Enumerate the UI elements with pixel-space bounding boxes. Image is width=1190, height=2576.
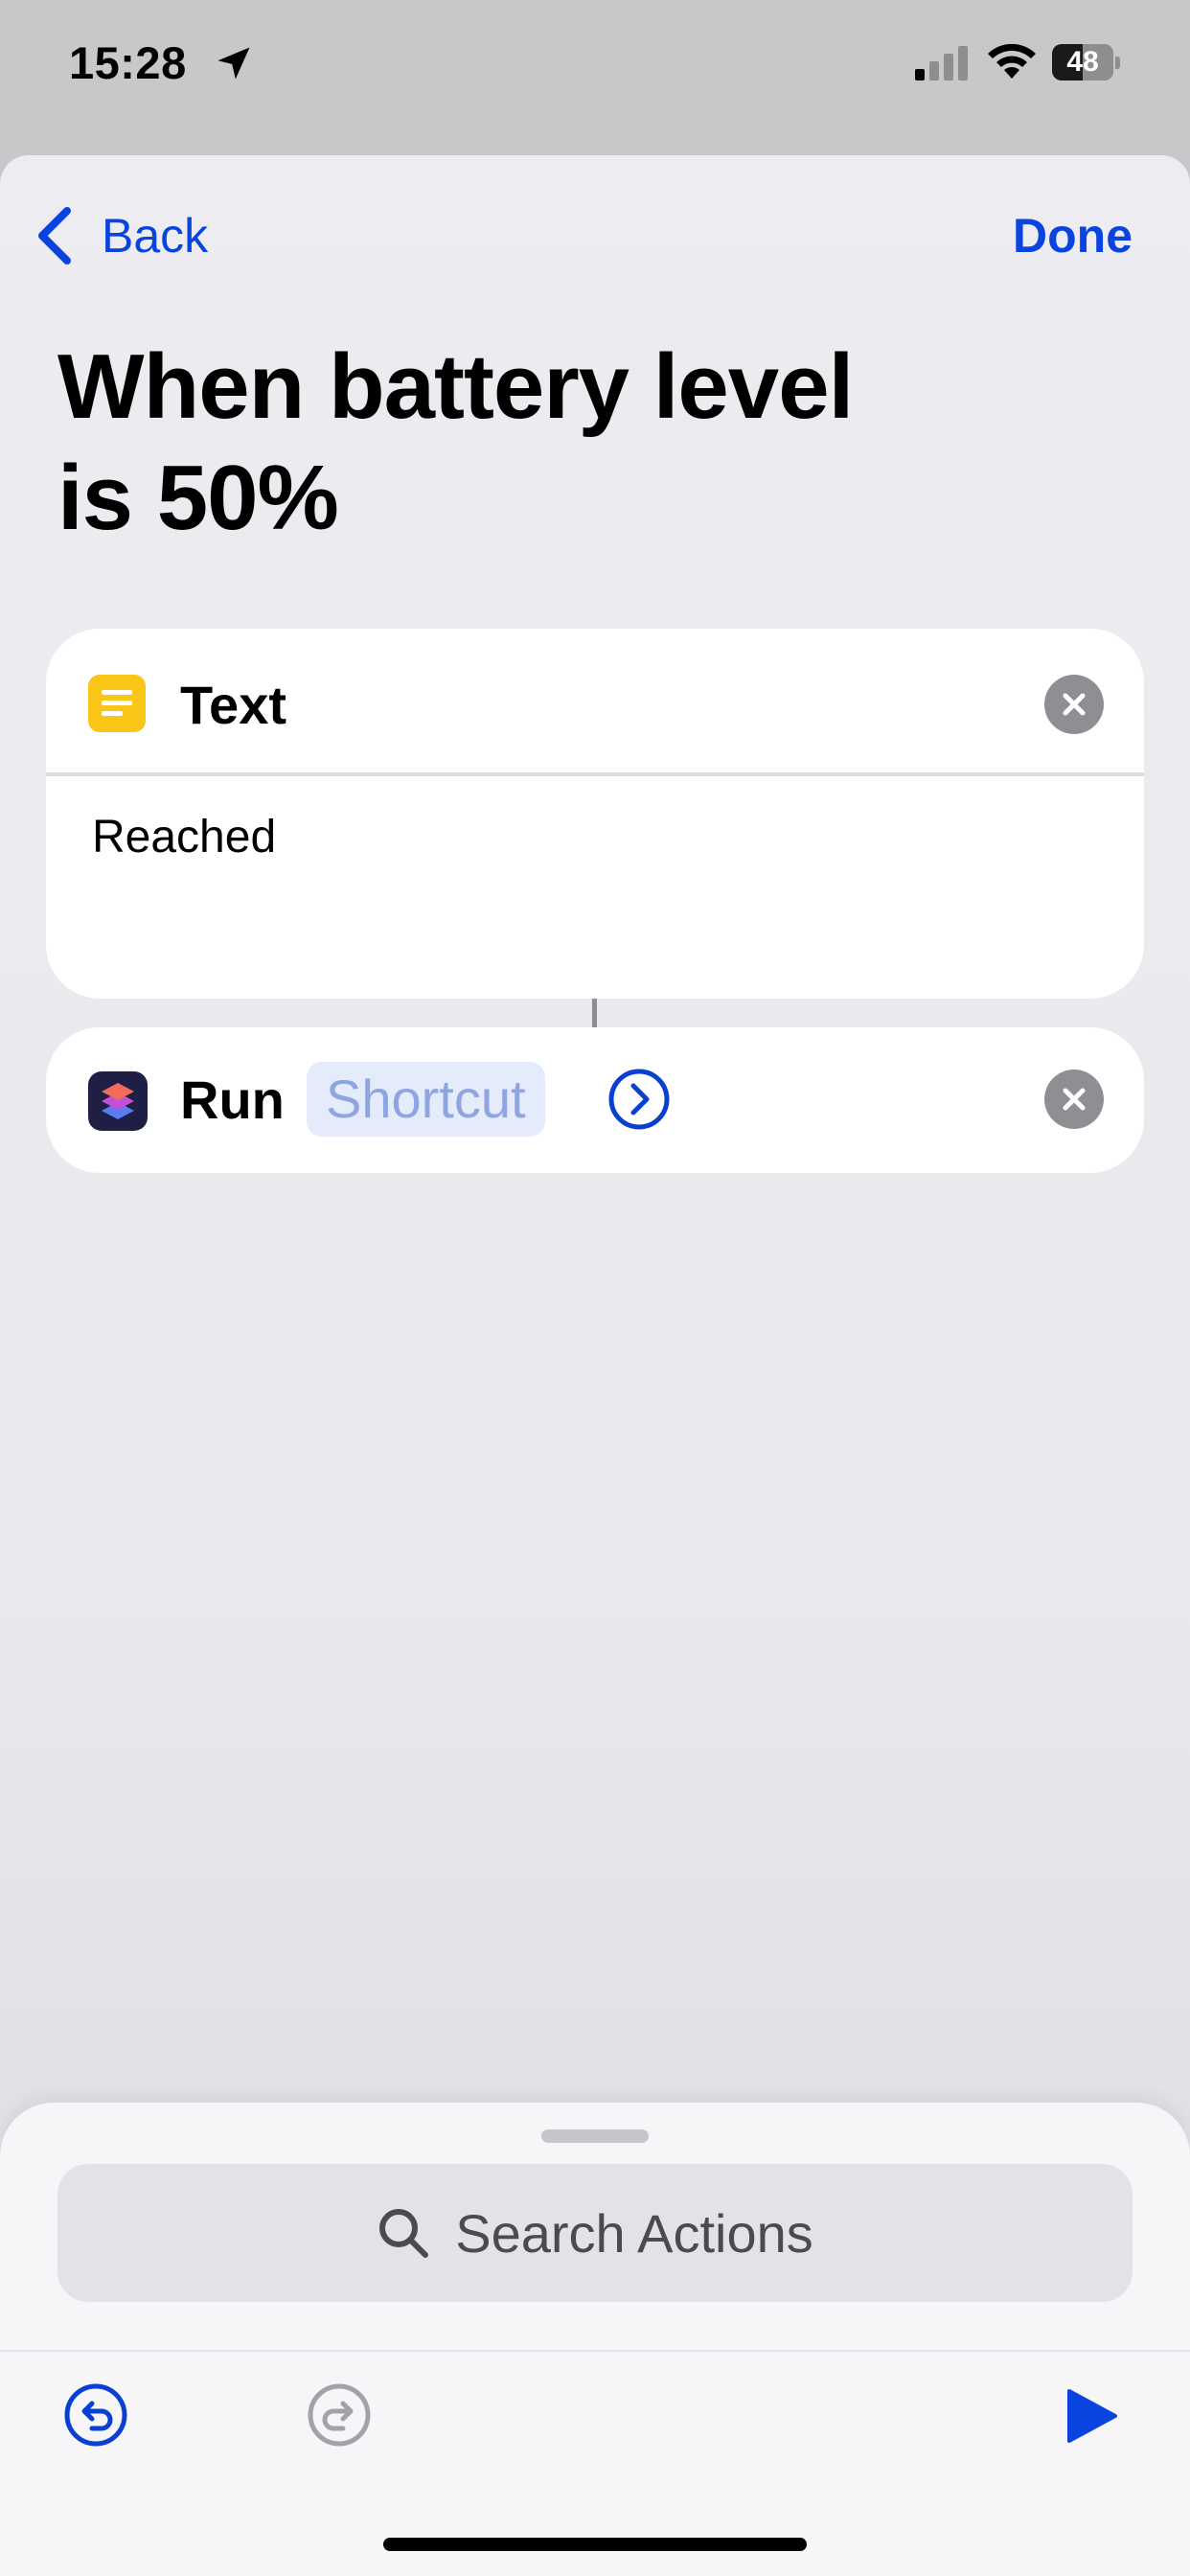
location-arrow-icon: [217, 47, 250, 80]
toolbar-divider: [0, 2350, 1190, 2352]
play-icon[interactable]: [1065, 2388, 1119, 2444]
page-title-line1: When battery level: [57, 335, 854, 438]
home-indicator: [383, 2538, 807, 2551]
close-icon: [1063, 693, 1086, 716]
chevron-left-icon: [38, 207, 71, 264]
text-action-content[interactable]: Reached: [92, 811, 276, 863]
text-action-card[interactable]: Text Reached: [46, 629, 1144, 999]
chevron-right-circle-icon[interactable]: [607, 1068, 671, 1131]
panel-grabber[interactable]: [541, 2129, 649, 2143]
wifi-icon: [988, 43, 1036, 79]
back-label: Back: [102, 209, 209, 263]
undo-icon[interactable]: [63, 2382, 128, 2448]
shortcuts-app-icon: [88, 1071, 148, 1131]
search-actions-field[interactable]: Search Actions: [57, 2164, 1133, 2302]
cellular-signal-icon: [915, 46, 968, 80]
search-placeholder: Search Actions: [455, 2202, 813, 2264]
text-action-title: Text: [180, 675, 286, 735]
text-action-header: Text: [46, 629, 1144, 776]
remove-text-action-button[interactable]: [1044, 675, 1104, 734]
remove-run-shortcut-button[interactable]: [1044, 1070, 1104, 1129]
back-button[interactable]: Back: [34, 205, 208, 266]
page-title: When battery level is 50%: [57, 332, 1111, 554]
status-bar: 15:28 48: [0, 0, 1190, 153]
battery-level: 48: [1066, 46, 1099, 78]
done-button[interactable]: Done: [1013, 205, 1133, 266]
redo-icon[interactable]: [307, 2382, 372, 2448]
shortcut-parameter-token[interactable]: Shortcut: [307, 1062, 545, 1137]
page-title-line2: is 50%: [57, 447, 339, 549]
text-lines-icon: [88, 675, 146, 732]
close-icon: [1063, 1088, 1086, 1111]
run-shortcut-action-card[interactable]: Run Shortcut: [46, 1027, 1144, 1173]
battery-indicator: 48: [1052, 44, 1121, 80]
search-icon: [379, 2209, 429, 2258]
run-label: Run: [180, 1070, 285, 1130]
action-search-panel: Search Actions: [0, 2103, 1190, 2576]
status-time: 15:28: [69, 37, 187, 88]
